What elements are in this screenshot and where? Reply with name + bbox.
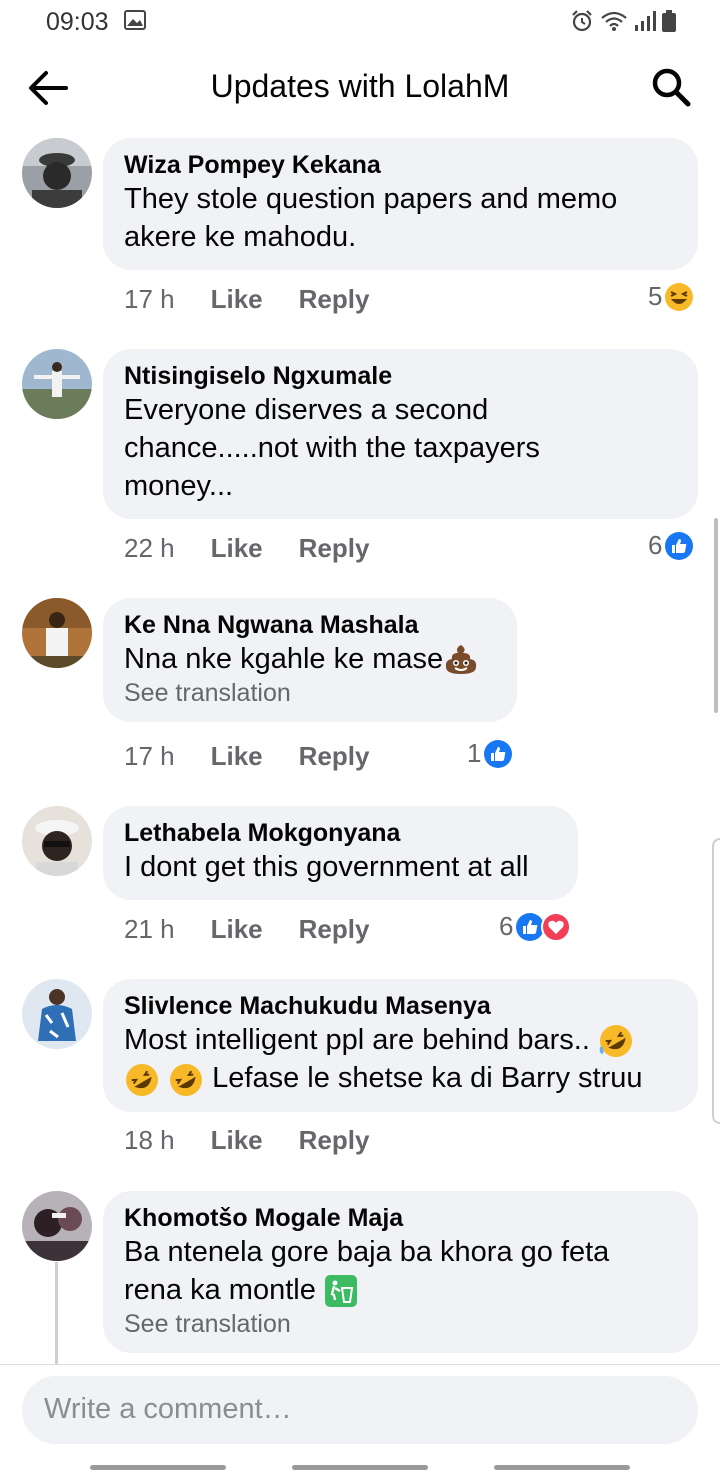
comment-time[interactable]: 17 h — [124, 284, 175, 315]
comment-text-line: Nna nke kgahle ke mase — [124, 643, 444, 675]
reaction-summary[interactable]: 6 — [499, 911, 572, 942]
litter-bin-emoji-icon — [324, 1275, 357, 1308]
comment-text: Ba ntenela gore baja ba khora go feta — [124, 1236, 610, 1268]
comment-text-line: Most intelligent ppl are behind bars.. — [124, 1024, 590, 1056]
comment-bubble[interactable]: Lethabela Mokgonyana I dont get this gov… — [103, 806, 578, 900]
reaction-summary[interactable]: 5 — [648, 281, 694, 312]
comment-time[interactable]: 21 h — [124, 914, 175, 945]
comment-bubble[interactable]: Khomotšo Mogale Maja Ba ntenela gore baj… — [103, 1191, 698, 1353]
comment-time[interactable]: 17 h — [124, 741, 175, 772]
like-button[interactable]: Like — [211, 284, 263, 315]
see-translation-link[interactable]: See translation — [124, 1309, 678, 1339]
gallery-notification-icon — [124, 10, 146, 30]
comment-bubble[interactable]: Ntisingiselo Ngxumale Everyone diserves … — [103, 349, 698, 519]
like-button[interactable]: Like — [211, 741, 263, 772]
status-bar: 09:03 — [0, 0, 720, 44]
comment-actions: 17 h Like Reply — [124, 284, 369, 315]
nav-home-pill[interactable] — [292, 1465, 428, 1470]
comment-time[interactable]: 22 h — [124, 533, 175, 564]
comment-actions: 21 h Like Reply — [124, 914, 369, 945]
reaction-summary[interactable]: 1 — [467, 738, 513, 769]
comment-text: Everyone diserves a second — [124, 394, 489, 426]
status-time: 09:03 — [46, 8, 109, 36]
reaction-count: 5 — [648, 281, 663, 311]
comment-actions: 22 h Like Reply — [124, 533, 369, 564]
comment-text: akere ke mahodu. — [124, 221, 357, 253]
comment-bubble[interactable]: Wiza Pompey Kekana They stole question p… — [103, 138, 698, 270]
reaction-count: 1 — [467, 738, 482, 768]
avatar[interactable] — [22, 1191, 92, 1261]
comment-text: money... — [124, 470, 234, 502]
reaction-count: 6 — [499, 911, 514, 941]
comment-text-line: rena ka montle — [124, 1274, 316, 1306]
comment-text: They stole question papers and memo — [124, 183, 618, 215]
comment-author[interactable]: Wiza Pompey Kekana — [124, 150, 678, 180]
love-emoji-icon — [541, 911, 572, 942]
wifi-icon — [601, 11, 627, 31]
comment-input-placeholder: Write a comment… — [44, 1393, 292, 1425]
signal-icon — [635, 11, 656, 31]
avatar[interactable] — [22, 806, 92, 876]
comment-time[interactable]: 18 h — [124, 1125, 175, 1156]
rofl-emoji-icon — [599, 1025, 632, 1058]
edge-panel-handle[interactable] — [712, 838, 720, 1124]
comment-bubble[interactable]: Slivlence Machukudu Masenya Most intelli… — [103, 979, 698, 1112]
reply-thread-line — [55, 1262, 58, 1372]
like-emoji-icon — [665, 531, 694, 560]
search-icon[interactable] — [650, 66, 692, 108]
reply-button[interactable]: Reply — [299, 533, 370, 564]
reaction-summary[interactable]: 6 — [648, 530, 694, 561]
comment-author[interactable]: Khomotšo Mogale Maja — [124, 1203, 678, 1233]
comment-text-line: Lefase le shetse ka di Barry struu — [212, 1062, 643, 1095]
comment-actions: 18 h Like Reply — [124, 1125, 369, 1156]
alarm-icon — [572, 10, 592, 32]
comment-bubble[interactable]: Ke Nna Ngwana Mashala Nna nke kgahle ke … — [103, 598, 517, 722]
comment-author[interactable]: Lethabela Mokgonyana — [124, 818, 558, 848]
comment-text: I dont get this government at all — [124, 851, 529, 883]
comment-author[interactable]: Ntisingiselo Ngxumale — [124, 361, 678, 391]
avatar[interactable] — [22, 349, 92, 419]
avatar[interactable] — [22, 979, 92, 1049]
like-emoji-icon — [484, 739, 513, 768]
scrollbar-thumb[interactable] — [714, 518, 718, 713]
comment-text: Lefase le shetse ka di Barry struu — [124, 1059, 678, 1097]
comment-text: Nna nke kgahle ke mase — [124, 640, 497, 678]
comment-input[interactable]: Write a comment… — [22, 1376, 698, 1444]
nav-back-pill[interactable] — [494, 1465, 630, 1470]
like-button[interactable]: Like — [211, 1125, 263, 1156]
reply-button[interactable]: Reply — [299, 284, 370, 315]
page-title: Updates with LolahM — [210, 68, 510, 104]
system-nav-bar — [0, 1452, 720, 1480]
status-icons — [570, 9, 676, 33]
avatar[interactable] — [22, 598, 92, 668]
comment-author[interactable]: Slivlence Machukudu Masenya — [124, 991, 678, 1021]
reply-button[interactable]: Reply — [299, 741, 370, 772]
comment-text: chance.....not with the taxpayers — [124, 432, 540, 464]
app-header: Updates with LolahM — [0, 44, 720, 134]
reply-button[interactable]: Reply — [299, 914, 370, 945]
like-button[interactable]: Like — [211, 533, 263, 564]
rofl-emoji-icon — [126, 1063, 158, 1096]
nav-recents-pill[interactable] — [90, 1465, 226, 1470]
comment-actions: 17 h Like Reply — [124, 741, 369, 772]
reply-button[interactable]: Reply — [299, 1125, 370, 1156]
comment-text: rena ka montle — [124, 1271, 678, 1309]
battery-icon — [662, 10, 676, 32]
avatar[interactable] — [22, 138, 92, 208]
comment-text: Most intelligent ppl are behind bars.. — [124, 1021, 678, 1059]
like-button[interactable]: Like — [211, 914, 263, 945]
rofl-emoji-icon — [170, 1063, 203, 1096]
haha-emoji-icon — [665, 282, 694, 311]
reaction-count: 6 — [648, 530, 663, 560]
see-translation-link[interactable]: See translation — [124, 678, 497, 708]
poop-emoji-icon — [446, 645, 477, 675]
comment-author[interactable]: Ke Nna Ngwana Mashala — [124, 610, 497, 640]
